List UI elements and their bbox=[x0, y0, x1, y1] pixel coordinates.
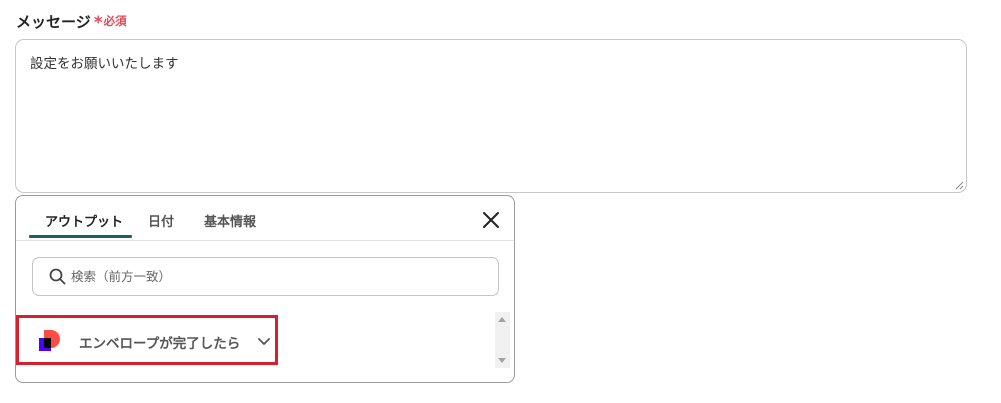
required-text: 必須 bbox=[103, 14, 127, 28]
list-scrollbar[interactable] bbox=[495, 312, 510, 368]
list-item-label: エンベロープが完了したら bbox=[79, 336, 241, 352]
search-icon bbox=[49, 268, 66, 285]
active-tab-indicator bbox=[29, 235, 132, 238]
output-picker-popup: アウトプット 日付 基本情報 エンベロープが完了したら bbox=[15, 195, 515, 383]
app-logo-icon bbox=[39, 330, 60, 351]
message-field-label: メッセージ * 必須 bbox=[16, 11, 127, 33]
tabs-divider bbox=[16, 240, 514, 241]
tab-output[interactable]: アウトプット bbox=[45, 211, 123, 230]
search-field[interactable] bbox=[32, 257, 499, 296]
required-asterisk: * bbox=[93, 12, 103, 33]
scroll-down-arrow-icon[interactable] bbox=[498, 358, 506, 363]
search-input[interactable] bbox=[71, 264, 471, 288]
tab-basic-info[interactable]: 基本情報 bbox=[204, 211, 256, 230]
scroll-up-arrow-icon[interactable] bbox=[498, 317, 506, 322]
message-textarea[interactable]: 設定をお願いいたします bbox=[15, 39, 967, 193]
list-item-envelope-completed[interactable]: エンベロープが完了したら bbox=[16, 315, 278, 365]
message-label-text: メッセージ bbox=[16, 12, 91, 31]
tab-date[interactable]: 日付 bbox=[148, 211, 174, 230]
popup-tabs: アウトプット 日付 基本情報 bbox=[16, 196, 514, 240]
resize-handle-icon[interactable] bbox=[955, 181, 964, 190]
close-icon[interactable] bbox=[482, 211, 500, 229]
required-indicator: * 必須 bbox=[93, 12, 127, 33]
chevron-down-icon[interactable] bbox=[258, 337, 270, 346]
message-text-value: 設定をお願いいたします bbox=[30, 56, 179, 72]
